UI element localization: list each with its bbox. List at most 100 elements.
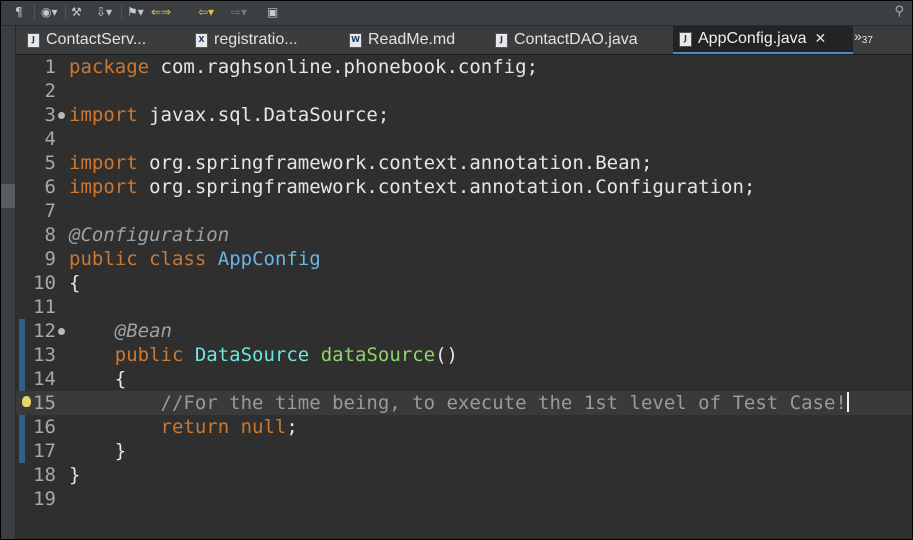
java-file-icon: J	[495, 32, 508, 48]
fold-toggle-icon[interactable]	[58, 112, 65, 119]
code-token: {	[69, 368, 127, 390]
search-icon[interactable]: ⚲	[894, 5, 904, 19]
code-line[interactable]: 18}	[16, 463, 912, 487]
code-token: }	[69, 464, 81, 486]
code-line[interactable]: 13 public DataSource dataSource()	[16, 343, 912, 367]
tab-registration[interactable]: X registratio...	[191, 26, 298, 54]
code-token: //For the time being, to execute the 1st…	[160, 392, 847, 414]
code-token: @Configuration	[69, 224, 230, 246]
line-number: 18	[33, 464, 56, 486]
tab-readme[interactable]: W ReadMe.md	[345, 26, 455, 54]
code-line[interactable]: 9 public class AppConfig	[16, 247, 912, 271]
code-token: {	[69, 272, 81, 294]
code-token: DataSource	[194, 344, 310, 366]
import-icon[interactable]: ⇩▾	[96, 5, 112, 19]
line-number: 4	[44, 128, 56, 150]
line-number: 2	[44, 80, 56, 102]
code-line[interactable]: 19	[16, 487, 912, 511]
toolbar-separator	[121, 5, 122, 19]
code-token: return	[160, 416, 230, 438]
code-token: com.raghsonline.phonebook.config;	[149, 56, 539, 78]
side-panel-strip	[1, 26, 16, 539]
code-token: ()	[435, 344, 458, 366]
java-file-icon: J	[27, 32, 40, 48]
ide-window: ¶ ◉▾ ⚒ ⇩▾ ⚑▾ ⇐⇒ ⇦▾ ⇨▾ ▣ ⚲ J ContactServ.…	[0, 0, 913, 540]
code-token: ;	[286, 416, 298, 438]
code-line[interactable]: 10 {	[16, 271, 912, 295]
line-number: 3	[44, 104, 56, 126]
code-line[interactable]: 11	[16, 295, 912, 319]
code-text: @Bean	[69, 319, 172, 343]
tool-icon[interactable]: ⚒	[71, 5, 82, 19]
code-text: @Configuration	[69, 223, 229, 247]
code-line[interactable]: 8 @Configuration	[16, 223, 912, 247]
new-window-icon[interactable]: ▣	[267, 5, 278, 19]
code-line[interactable]: 6 import org.springframework.context.anno…	[16, 175, 912, 199]
code-text: public class AppConfig	[69, 247, 321, 271]
tab-overflow-button[interactable]: »37	[854, 28, 873, 46]
pilcrow-icon[interactable]: ¶	[15, 5, 23, 19]
code-token: AppConfig	[217, 248, 321, 270]
xml-file-icon: X	[195, 32, 208, 48]
code-text: import org.springframework.context.annot…	[69, 151, 652, 175]
code-line[interactable]: 1 package com.raghsonline.phonebook.confi…	[16, 55, 912, 79]
code-text: }	[69, 463, 80, 487]
history-icon[interactable]: ⚑▾	[127, 5, 144, 19]
code-line[interactable]: 2	[16, 79, 912, 103]
code-token: public	[114, 344, 184, 366]
close-icon[interactable]: ✕	[815, 31, 827, 47]
code-text: import javax.sql.DataSource;	[69, 103, 389, 127]
code-line[interactable]: 16 return null;	[16, 415, 912, 439]
code-text: public DataSource dataSource()	[69, 343, 458, 367]
code-line[interactable]: 17 }	[16, 439, 912, 463]
code-token: null	[240, 416, 287, 438]
code-token: package	[69, 56, 150, 78]
line-number: 13	[33, 344, 56, 366]
code-token: @Bean	[114, 320, 172, 342]
line-number: 17	[33, 440, 56, 462]
line-number: 10	[33, 272, 56, 294]
code-token: org.springframework.context.annotation.C…	[137, 176, 756, 198]
tab-appconfig[interactable]: J AppConfig.java ✕	[673, 26, 853, 54]
code-text: import org.springframework.context.annot…	[69, 175, 755, 199]
line-number: 1	[44, 56, 56, 78]
tab-label: registratio...	[214, 31, 298, 48]
back-forward-icon[interactable]: ⇐⇒	[151, 5, 171, 19]
navigate-back-icon[interactable]: ⇦▾	[198, 5, 214, 19]
overflow-count: 37	[861, 35, 873, 46]
code-token: org.springframework.context.annotation.B…	[137, 152, 653, 174]
navigate-forward-icon[interactable]: ⇨▾	[231, 5, 247, 19]
side-panel-marker	[1, 184, 15, 208]
globe-icon[interactable]: ◉▾	[41, 5, 58, 19]
line-number: 16	[33, 416, 56, 438]
code-token: javax.sql.DataSource;	[137, 104, 390, 126]
line-number: 11	[33, 296, 56, 318]
code-line[interactable]: 4	[16, 127, 912, 151]
tab-contactdao[interactable]: J ContactDAO.java	[491, 26, 638, 54]
code-line[interactable]: 7	[16, 199, 912, 223]
fold-toggle-icon[interactable]	[58, 328, 65, 335]
markdown-file-icon: W	[349, 32, 362, 48]
tab-label: ReadMe.md	[368, 31, 456, 48]
code-text: package com.raghsonline.phonebook.config…	[69, 55, 538, 79]
lightbulb-icon[interactable]	[22, 396, 31, 407]
line-number: 7	[44, 200, 56, 222]
tab-label: ContactServ...	[46, 31, 147, 48]
code-token: }	[69, 440, 127, 462]
code-line[interactable]: 3 import javax.sql.DataSource;	[16, 103, 912, 127]
line-number: 14	[33, 368, 56, 390]
code-line[interactable]: 12 @Bean	[16, 319, 912, 343]
toolbar-separator	[65, 5, 66, 19]
code-line[interactable]: 15 //For the time being, to execute the …	[16, 391, 912, 415]
code-editor[interactable]: 1 package com.raghsonline.phonebook.confi…	[16, 55, 912, 539]
code-line[interactable]: 5 import org.springframework.context.anno…	[16, 151, 912, 175]
code-line[interactable]: 14 {	[16, 367, 912, 391]
tab-contactservice[interactable]: J ContactServ...	[23, 26, 146, 54]
